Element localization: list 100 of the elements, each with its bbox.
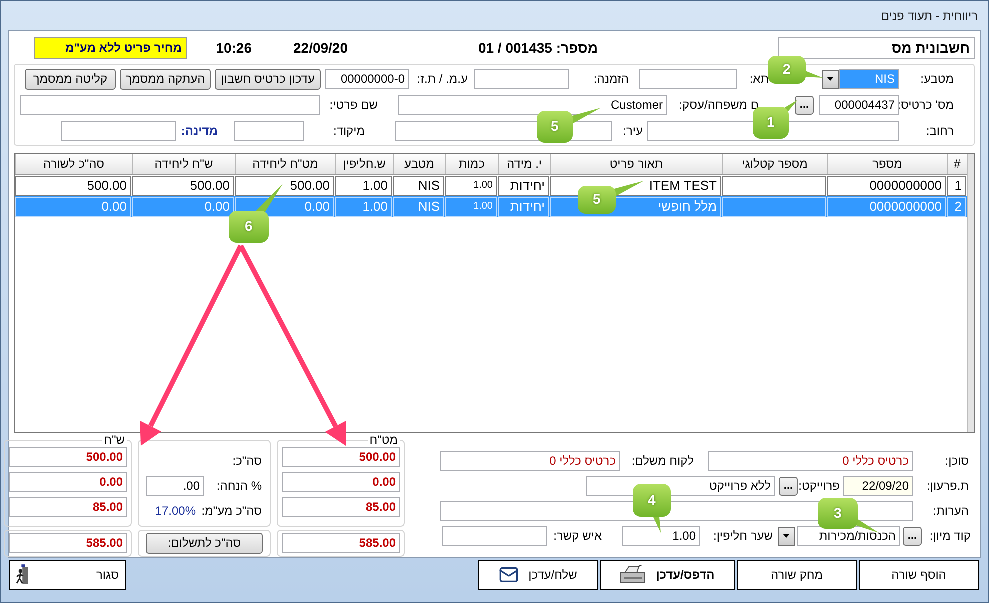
discount-field[interactable]: .00 <box>146 476 204 496</box>
amount-field[interactable]: 500.00 <box>9 447 127 467</box>
envelope-icon <box>498 565 519 585</box>
field-label: שם פרטי: <box>330 98 378 112</box>
tax-id-field[interactable]: 00000000-0 <box>325 69 409 89</box>
action-button[interactable]: עדכון כרטיס חשבון <box>215 68 321 90</box>
text-field[interactable] <box>61 121 176 141</box>
field-label: פרוייקט: <box>798 479 840 493</box>
field-label: % הנחה: <box>216 479 262 493</box>
total-field[interactable]: 585.00 <box>9 532 127 552</box>
column-header[interactable]: מספר קטלוגי <box>722 154 827 175</box>
total-field[interactable]: 585.00 <box>282 532 400 552</box>
card-number-field[interactable]: 000004437 <box>819 95 899 115</box>
dropdown-arrow-icon <box>827 77 834 81</box>
field-label: תא: <box>750 72 769 86</box>
document-number: מספר: 001435 / 01 <box>477 40 598 56</box>
table-cell: יחידות <box>498 176 549 196</box>
table-cell: 2 <box>947 197 966 217</box>
table-cell: 1 <box>947 176 966 196</box>
browse-button[interactable]: ... <box>903 526 922 546</box>
amount-field[interactable]: 500.00 <box>282 447 400 467</box>
field-label: הערות: <box>933 504 969 518</box>
close-button[interactable]: סגור <box>9 560 126 590</box>
field-label: רחוב: <box>926 124 954 138</box>
field-label: קוד מיון: <box>930 529 971 543</box>
table-cell: 500.00 <box>235 176 334 196</box>
amount-field[interactable]: 0.00 <box>9 472 127 492</box>
field-label: ע.מ. / ת.ז: <box>417 72 468 86</box>
column-header[interactable]: ש"ח ליחידה <box>132 154 235 175</box>
due-date-field[interactable]: 22/09/20 <box>843 476 913 496</box>
browse-button[interactable]: ... <box>795 96 814 114</box>
column-header[interactable]: תאור פריט <box>550 154 722 175</box>
document-time: 10:26 <box>215 40 252 56</box>
group-legend: ש"ח <box>102 433 127 447</box>
amount-field[interactable]: 0.00 <box>282 472 400 492</box>
field-label: איש קשר: <box>554 529 602 543</box>
column-header[interactable]: ש.חליפין <box>335 154 393 175</box>
toolbar-button[interactable]: מחק שורה <box>737 560 857 590</box>
dropdown-arrow-icon <box>783 534 790 538</box>
dropdown-button[interactable] <box>822 70 839 88</box>
toolbar-button[interactable]: שלח/עדכן <box>478 560 598 590</box>
scrollbar[interactable] <box>967 154 974 432</box>
payer-field[interactable]: כרטיס כללי 0 <box>440 451 620 471</box>
agent-field[interactable]: כרטיס כללי 0 <box>708 451 913 471</box>
table-cell: 1.00 <box>445 176 497 196</box>
table-cell: 500.00 <box>132 176 234 196</box>
amount-field[interactable]: 85.00 <box>282 497 400 517</box>
column-header[interactable]: מטבע <box>393 154 445 175</box>
field-label: סה"כ: <box>232 454 262 468</box>
field-label: מטבע: <box>920 72 954 86</box>
last-name-field[interactable]: Customer <box>398 95 667 115</box>
table-cell: 1.00 <box>335 176 392 196</box>
field-label: ם משפחה/עסק: <box>679 98 759 112</box>
field-label: עיר: <box>623 124 643 138</box>
text-field[interactable] <box>639 69 737 89</box>
table-cell: NIS <box>393 176 444 196</box>
toolbar-button[interactable]: הוסף שורה <box>859 560 979 590</box>
total-to-pay-button[interactable]: סה"כ לתשלום: <box>146 532 263 554</box>
field-label: סוכן: <box>945 454 969 468</box>
field-label: ת.פרעון: <box>927 479 969 493</box>
text-field[interactable] <box>474 69 569 89</box>
table-cell: NIS <box>393 197 444 217</box>
printer-icon <box>620 565 646 585</box>
column-header[interactable]: מט"ח ליחידה <box>235 154 335 175</box>
text-field[interactable] <box>442 526 547 546</box>
column-header[interactable]: י. מידה <box>498 154 550 175</box>
exit-door-icon <box>16 564 30 586</box>
field-label: לקוח משלם: <box>632 454 694 468</box>
vat-rate: 17.00% <box>155 504 196 518</box>
table-cell: 1.00 <box>445 197 497 217</box>
action-button[interactable]: קליטה ממסמך <box>25 68 116 90</box>
amount-field[interactable]: 85.00 <box>9 497 127 517</box>
column-header[interactable]: מספר <box>827 154 947 175</box>
column-header[interactable]: # <box>947 154 967 175</box>
table-cell: 500.00 <box>15 176 131 196</box>
field-label: מס' כרטיס: <box>898 98 954 112</box>
field-label: הזמנה: <box>594 72 629 86</box>
field-label: מיקוד: <box>333 124 365 138</box>
column-header[interactable]: סה"כ לשורה <box>15 154 132 175</box>
group-legend: מט"ח <box>368 433 400 447</box>
price-note-badge: מחיר פריט ללא מע"מ <box>34 37 187 59</box>
text-field[interactable] <box>20 95 320 115</box>
dropdown-button[interactable] <box>778 526 795 546</box>
browse-button[interactable]: ... <box>779 476 798 496</box>
table-cell: 0.00 <box>15 197 131 217</box>
exchange-rate-field[interactable]: 1.00 <box>622 526 700 546</box>
document-date: 22/09/20 <box>292 40 348 56</box>
window-title: ריווחית - תעוד פנים <box>881 8 978 22</box>
document-type-field[interactable]: חשבונית מס <box>778 37 975 59</box>
table-cell: יחידות <box>498 197 549 217</box>
field-label: סה"כ מע"מ: <box>202 504 262 518</box>
column-header[interactable]: כמות <box>445 154 498 175</box>
toolbar-button[interactable]: הדפס/עדכן <box>600 560 735 590</box>
action-button[interactable]: העתקה ממסמך <box>120 68 211 90</box>
sort-code-field[interactable]: הכנסות/מכירות <box>797 526 900 546</box>
text-field[interactable] <box>234 121 304 141</box>
table-cell: 0000000000 <box>827 176 946 196</box>
table-cell: 1.00 <box>335 197 392 217</box>
table-cell: 0000000000 <box>827 197 946 217</box>
field-label: שער חליפין: <box>713 529 773 543</box>
